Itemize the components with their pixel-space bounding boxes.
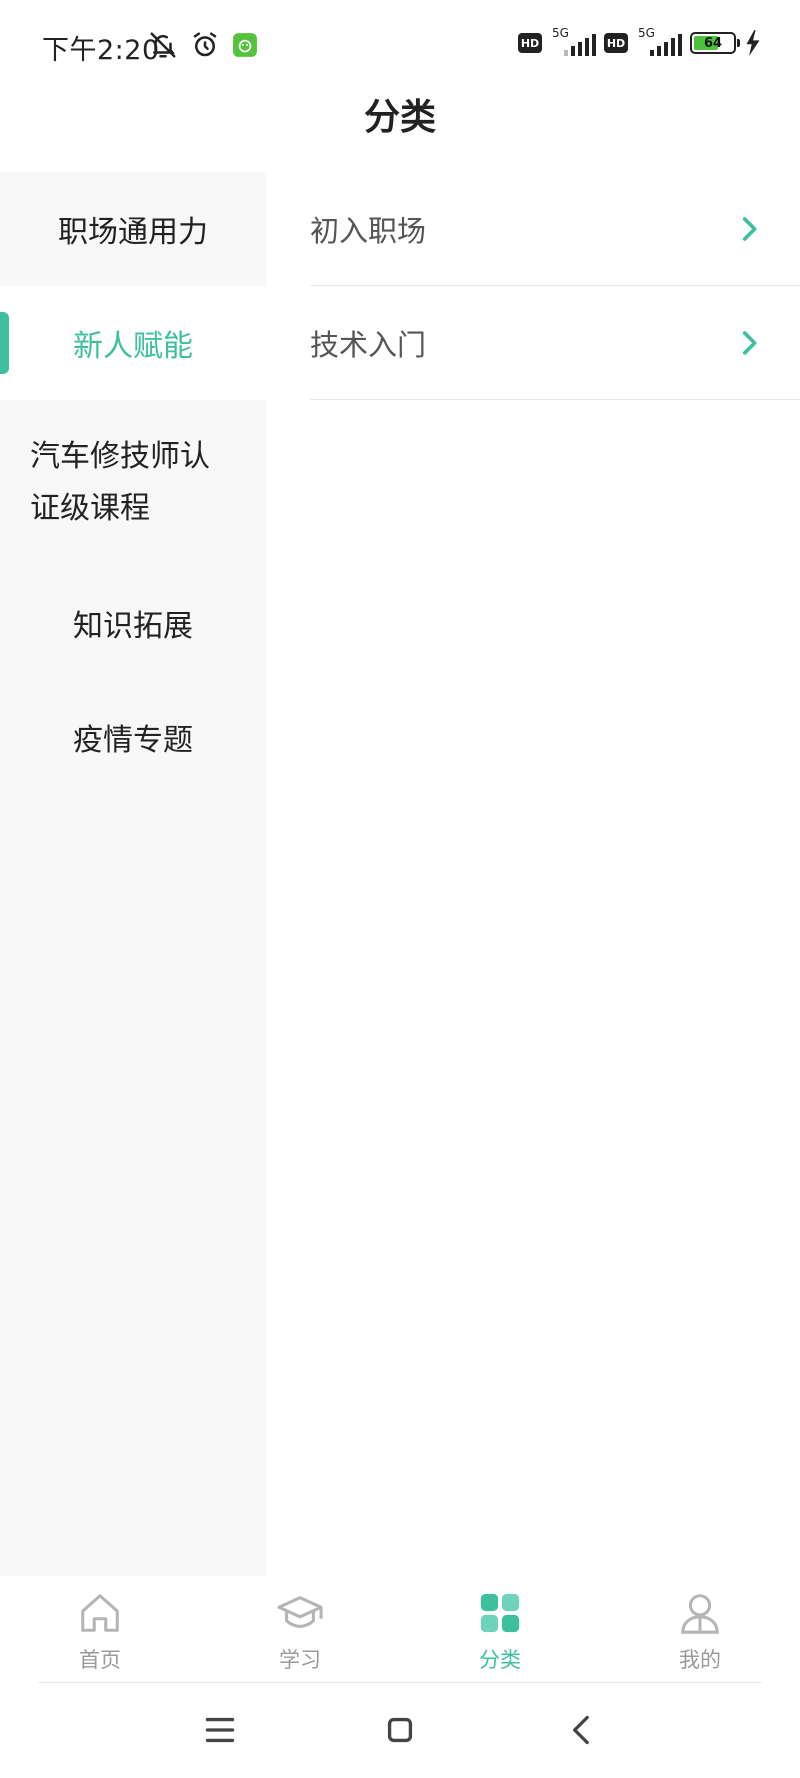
- status-bar: 下午2:20 HD 5G HD 5G 64: [0, 0, 800, 92]
- bottom-tab-bar: 首页 学习 分类 我的: [0, 1576, 800, 1682]
- back-icon[interactable]: [558, 1705, 608, 1755]
- sidebar-item-label: 新人赋能: [73, 329, 193, 364]
- hd-icon: HD: [518, 33, 542, 53]
- page-title: 分类: [363, 97, 436, 138]
- system-nav-bar: [0, 1683, 800, 1778]
- home-icon: [81, 1594, 119, 1632]
- app-notification-icon: [233, 33, 257, 57]
- tab-category[interactable]: 分类: [440, 1590, 560, 1680]
- tab-label: 我的: [679, 1648, 721, 1672]
- sidebar-item-workplace-skills[interactable]: 职场通用力: [0, 172, 266, 286]
- category-sidebar: 职场通用力 新人赋能 汽车修技师认证级课程 知识拓展 疫情专题: [0, 172, 266, 1576]
- subcategory-label: 技术入门: [310, 327, 427, 362]
- status-notification-icons: [148, 30, 258, 60]
- tab-study[interactable]: 学习: [240, 1590, 360, 1680]
- tab-label: 分类: [479, 1648, 521, 1672]
- tab-profile[interactable]: 我的: [640, 1590, 760, 1680]
- sidebar-item-label: 疫情专题: [73, 723, 193, 758]
- bell-off-icon: [150, 32, 176, 58]
- tab-home[interactable]: 首页: [40, 1590, 160, 1680]
- sidebar-item-epidemic-topic[interactable]: 疫情专题: [0, 680, 266, 794]
- signal-icon: 5G: [636, 26, 682, 56]
- chevron-right-icon: [742, 217, 757, 241]
- graduation-cap-icon: [277, 1596, 323, 1628]
- battery-icon: 64: [690, 32, 740, 54]
- alarm-icon: [193, 32, 217, 57]
- sidebar-item-label: 汽车修技师认证级课程: [30, 439, 210, 526]
- battery-level: 64: [703, 35, 723, 51]
- sidebar-item-label: 知识拓展: [73, 609, 193, 644]
- subcategory-list: 初入职场 技术入门: [310, 172, 800, 400]
- active-indicator: [0, 312, 9, 374]
- subcategory-item-entering-workplace[interactable]: 初入职场: [310, 172, 800, 286]
- home-square-icon[interactable]: [375, 1705, 425, 1755]
- menu-icon[interactable]: [195, 1705, 245, 1755]
- chevron-right-icon: [742, 331, 757, 355]
- charging-icon: [746, 30, 760, 56]
- subcategory-item-tech-intro[interactable]: 技术入门: [310, 286, 800, 400]
- sidebar-item-technician-certification[interactable]: 汽车修技师认证级课程: [0, 400, 266, 566]
- sidebar-item-newcomer-empowerment[interactable]: 新人赋能: [0, 286, 266, 400]
- user-icon: [681, 1594, 719, 1634]
- tab-label: 学习: [279, 1648, 321, 1672]
- sidebar-item-knowledge-expansion[interactable]: 知识拓展: [0, 566, 266, 680]
- status-time: 下午2:20: [42, 35, 160, 66]
- hd-icon: HD: [604, 33, 628, 53]
- signal-icon: 5G: [550, 26, 596, 56]
- sidebar-item-label: 职场通用力: [58, 215, 208, 250]
- tab-label: 首页: [79, 1648, 121, 1672]
- subcategory-label: 初入职场: [310, 213, 427, 248]
- status-system-icons: HD 5G HD 5G 64: [518, 26, 762, 56]
- category-grid-icon: [480, 1593, 520, 1633]
